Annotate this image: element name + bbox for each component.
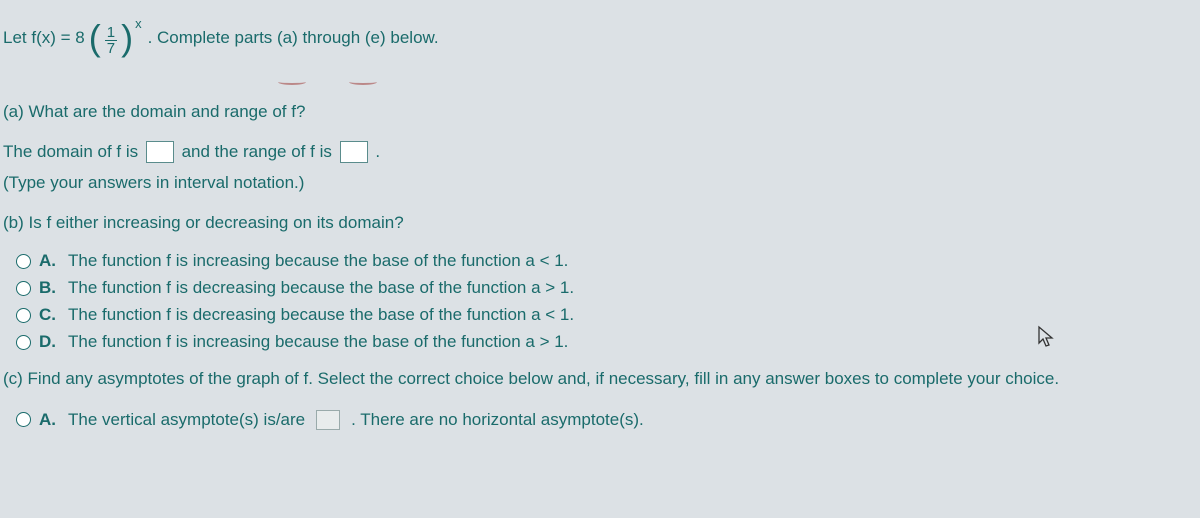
cursor-icon [1037,325,1055,355]
domain-input[interactable] [146,141,174,163]
radio-option-c[interactable] [16,308,31,323]
answer-suffix: . [375,142,380,161]
option-c-text: The function f is decreasing because the… [68,305,574,325]
exponent: x [135,14,142,34]
vertical-asymptote-input[interactable] [316,410,340,430]
range-input[interactable] [340,141,368,163]
option-d-row[interactable]: D. The function f is increasing because … [16,332,1197,352]
part-c-a-label: A. [39,410,56,430]
option-b-text: The function f is decreasing because the… [68,278,574,298]
right-paren: ) [121,11,133,65]
part-c-option-a-row[interactable]: A. The vertical asymptote(s) is/are . Th… [16,410,1197,430]
part-a-prompt: (a) What are the domain and range of f? [3,99,1197,125]
option-d-text: The function f is increasing because the… [68,332,568,352]
part-a-answer-line: The domain of f is and the range of f is… [3,139,1197,165]
domain-prefix: The domain of f is [3,142,143,161]
problem-intro: Let f(x) = 8 ( 1 7 ) x . Complete parts … [3,11,1197,65]
intro-prefix: Let f(x) = 8 [3,25,85,51]
option-d-label: D. [39,332,56,352]
part-c-a-prefix: The vertical asymptote(s) is/are [68,410,305,430]
fraction-numerator: 1 [105,25,117,41]
option-b-row[interactable]: B. The function f is decreasing because … [16,278,1197,298]
radio-option-d[interactable] [16,335,31,350]
radio-option-b[interactable] [16,281,31,296]
option-a-text: The function f is increasing because the… [68,251,568,271]
part-c-prompt: (c) Find any asymptotes of the graph of … [3,366,1197,392]
part-c-a-suffix: . There are no horizontal asymptote(s). [351,410,644,430]
squiggles [280,65,1200,85]
option-b-label: B. [39,278,56,298]
intro-suffix: . Complete parts (a) through (e) below. [148,25,439,51]
fraction-denominator: 7 [105,41,117,56]
range-prefix: and the range of f is [182,142,337,161]
part-a-hint: (Type your answers in interval notation.… [3,170,1197,196]
option-a-row[interactable]: A. The function f is increasing because … [16,251,1197,271]
option-a-label: A. [39,251,56,271]
option-c-label: C. [39,305,56,325]
part-b-prompt: (b) Is f either increasing or decreasing… [3,210,1197,236]
radio-option-a[interactable] [16,254,31,269]
fraction: 1 7 [105,25,117,56]
radio-part-c-a[interactable] [16,412,31,427]
left-paren: ( [89,11,101,65]
option-c-row[interactable]: C. The function f is decreasing because … [16,305,1197,325]
